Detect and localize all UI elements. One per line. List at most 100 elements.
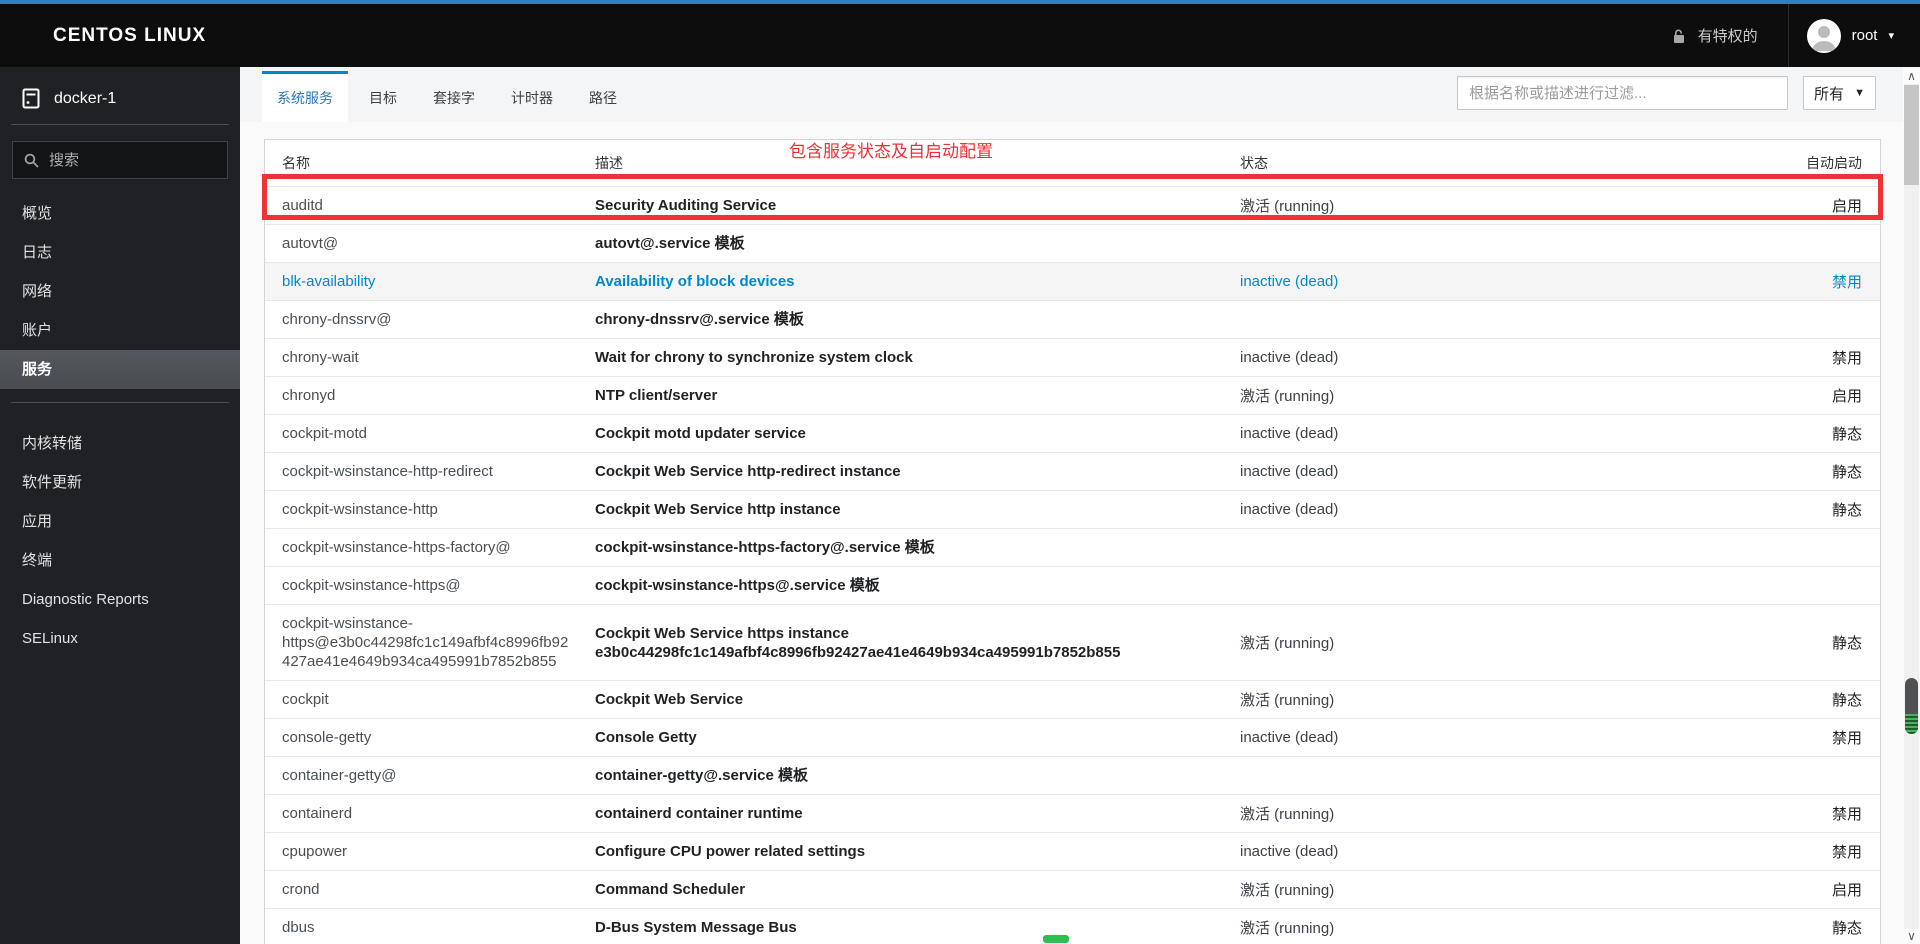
tab-sockets[interactable]: 套接字 <box>418 71 490 122</box>
table-row[interactable]: cockpit-wsinstance-https@ cockpit-wsinsta… <box>265 566 1880 604</box>
sidebar-item-overview[interactable]: 概览 <box>0 194 240 233</box>
brand-title: CENTOS LINUX <box>53 24 207 46</box>
table-row[interactable]: containerd containerd container runtime 激活… <box>265 794 1880 832</box>
host-name: docker-1 <box>54 89 117 107</box>
service-autostart-cell: 禁用 <box>1831 844 1862 861</box>
service-autostart-cell: 静态 <box>1831 502 1862 519</box>
service-description-cell: Configure CPU power related settings <box>595 843 866 860</box>
caret-down-icon: ▼ <box>1854 87 1865 99</box>
table-header-row: 名称 描述 状态 自动启动 <box>265 140 1880 186</box>
service-description-cell: Console Getty <box>595 729 697 746</box>
user-menu[interactable]: root ▾ <box>1789 18 1920 53</box>
sidebar-item-diagnostic-reports[interactable]: Diagnostic Reports <box>0 580 240 619</box>
tab-timers[interactable]: 计时器 <box>496 71 568 122</box>
service-description-cell: Cockpit Web Service http instance <box>595 501 841 518</box>
column-header-autostart: 自动启动 <box>1806 155 1862 171</box>
table-row[interactable]: cockpit-motd Cockpit motd updater service… <box>265 414 1880 452</box>
service-description-cell: Cockpit motd updater service <box>595 425 806 442</box>
tab-paths[interactable]: 路径 <box>574 71 632 122</box>
scrollbar-up-arrow-icon[interactable]: ∧ <box>1903 70 1920 82</box>
service-description-cell: cockpit-wsinstance-https@.service 模板 <box>595 577 880 594</box>
service-name-cell: containerd <box>282 805 353 822</box>
green-overlay-marker <box>1043 935 1069 943</box>
page-scrollbar[interactable]: ∧ ∨ <box>1903 67 1920 944</box>
sidebar-item-kernel-dumps[interactable]: 内核转储 <box>0 424 240 463</box>
service-state-cell: 激活 (running) <box>1240 692 1335 709</box>
table-row[interactable]: cpupower Configure CPU power related sett… <box>265 832 1880 870</box>
service-autostart-cell: 静态 <box>1831 426 1862 443</box>
service-description-cell: cockpit-wsinstance-https-factory@.servic… <box>595 539 935 556</box>
main-content: 系统服务目标套接字计时器路径 所有 ▼ 包含服务状态及自启动配置 名称 描述 状… <box>240 67 1920 944</box>
filter-input[interactable] <box>1457 76 1788 110</box>
table-row[interactable]: blk-availability Availability of block de… <box>265 262 1880 300</box>
table-row[interactable]: console-getty Console Getty inactive (dead… <box>265 718 1880 756</box>
service-name-cell: cockpit-wsinstance-http <box>282 501 438 518</box>
service-name-cell: chronyd <box>282 387 336 404</box>
service-description-cell: autovt@.service 模板 <box>595 235 745 252</box>
service-state-cell: inactive (dead) <box>1240 425 1339 442</box>
unlocked-padlock-icon <box>1673 28 1688 44</box>
service-state-cell: 激活 (running) <box>1240 198 1335 215</box>
table-row[interactable]: chrony-dnssrv@ chrony-dnssrv@.service 模板 <box>265 300 1880 338</box>
service-name-cell: cockpit-motd <box>282 425 368 442</box>
column-header-name: 名称 <box>282 155 310 171</box>
service-description-cell: Security Auditing Service <box>595 197 777 214</box>
table-row[interactable]: dbus D-Bus System Message Bus 激活 (running)… <box>265 908 1880 944</box>
tab-system-services[interactable]: 系统服务 <box>262 71 348 122</box>
service-state-cell: 激活 (running) <box>1240 635 1335 652</box>
scrollbar-down-arrow-icon[interactable]: ∨ <box>1903 930 1920 942</box>
service-description-cell: Command Scheduler <box>595 881 746 898</box>
tab-targets[interactable]: 目标 <box>354 71 412 122</box>
sidebar-item-terminal[interactable]: 终端 <box>0 541 240 580</box>
service-description-cell: Cockpit Web Service <box>595 691 744 708</box>
service-name-cell: cpupower <box>282 843 348 860</box>
privileged-indicator[interactable]: 有特权的 <box>1673 25 1758 46</box>
host-selector[interactable]: docker-1 <box>0 67 240 124</box>
sidebar-nav-secondary: 内核转储 软件更新 应用 终端 Diagnostic Reports SELinux <box>0 424 240 658</box>
service-state-cell: inactive (dead) <box>1240 349 1339 366</box>
service-state-cell: inactive (dead) <box>1240 843 1339 860</box>
table-row[interactable]: cockpit-wsinstance-http Cockpit Web Servi… <box>265 490 1880 528</box>
sidebar-search[interactable] <box>12 141 228 179</box>
scrollbar-thumb[interactable] <box>1904 85 1919 185</box>
table-row[interactable]: cockpit-wsinstance-https@e3b0c44298fc1c1… <box>265 604 1880 680</box>
sidebar-item-logs[interactable]: 日志 <box>0 233 240 272</box>
scrollbar-track[interactable] <box>1904 84 1919 929</box>
service-state-cell: 激活 (running) <box>1240 388 1335 405</box>
service-autostart-cell: 禁用 <box>1831 350 1862 367</box>
sidebar-item-selinux[interactable]: SELinux <box>0 619 240 658</box>
table-row[interactable]: container-getty@ container-getty@.service… <box>265 756 1880 794</box>
sidebar-nav: 概览 日志 网络 账户 服务 内核转储 软件更新 应用 终端 Diagnostic Report… <box>0 194 240 658</box>
service-autostart-cell: 静态 <box>1831 692 1862 709</box>
table-row[interactable]: chrony-wait Wait for chrony to synchroniz… <box>265 338 1880 376</box>
service-state-cell: 激活 (running) <box>1240 882 1335 899</box>
sidebar-item-networking[interactable]: 网络 <box>0 272 240 311</box>
sidebar-item-software-updates[interactable]: 软件更新 <box>0 463 240 502</box>
service-state-cell: inactive (dead) <box>1240 501 1339 518</box>
table-body: auditd Security Auditing Service 激活 (runni… <box>262 174 1883 944</box>
table-row[interactable]: cockpit-wsinstance-http-redirect Cockpit … <box>265 452 1880 490</box>
sidebar-item-applications[interactable]: 应用 <box>0 502 240 541</box>
table-row[interactable]: auditd Security Auditing Service 激活 (runni… <box>262 174 1883 224</box>
search-input[interactable] <box>49 151 216 169</box>
column-header-state: 状态 <box>1240 155 1268 171</box>
table-row[interactable]: crond Command Scheduler 激活 (running) 启用 <box>265 870 1880 908</box>
search-icon <box>24 153 39 168</box>
avatar <box>1806 18 1841 53</box>
table-row[interactable]: chronyd NTP client/server 激活 (running) 启用 <box>265 376 1880 414</box>
service-name-cell: cockpit-wsinstance-https@ <box>282 577 461 594</box>
table-row[interactable]: autovt@ autovt@.service 模板 <box>265 224 1880 262</box>
sidebar-item-services[interactable]: 服务 <box>0 350 240 389</box>
service-autostart-cell: 静态 <box>1831 464 1862 481</box>
service-autostart-cell: 禁用 <box>1831 806 1862 823</box>
service-autostart-cell: 禁用 <box>1831 274 1862 291</box>
table-row[interactable]: cockpit Cockpit Web Service 激活 (running) 静态 <box>265 680 1880 718</box>
service-description-cell: chrony-dnssrv@.service 模板 <box>595 311 804 328</box>
service-name-cell: cockpit-wsinstance-http-redirect <box>282 463 493 480</box>
table-row[interactable]: cockpit-wsinstance-https-factory@ cockpit… <box>265 528 1880 566</box>
service-autostart-cell: 静态 <box>1831 635 1862 652</box>
sidebar: docker-1 概览日志网络账户服务 内核转储软件更新应用终端Diagnost… <box>0 67 240 944</box>
service-description-cell: Cockpit Web Service https instance e3b0c… <box>595 624 1121 661</box>
scope-dropdown[interactable]: 所有 ▼ <box>1803 76 1876 110</box>
sidebar-item-accounts[interactable]: 账户 <box>0 311 240 350</box>
